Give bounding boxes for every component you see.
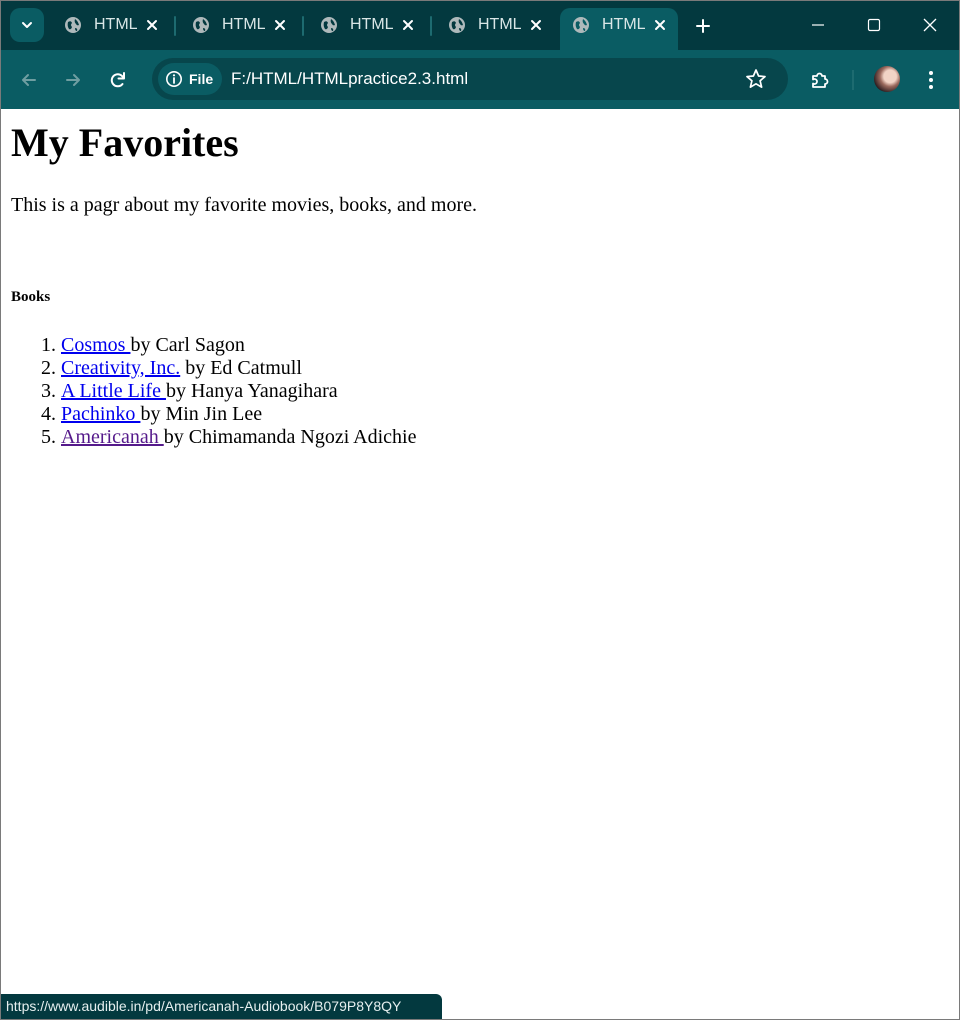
- forward-arrow-icon: [66, 74, 80, 86]
- tab-title: HTML: [350, 16, 394, 33]
- list-item: Pachinko by Min Jin Lee: [61, 403, 700, 426]
- page-title: My Favorites: [11, 120, 239, 165]
- tab-title: HTML: [602, 16, 646, 33]
- books-list: Cosmos by Carl Sagon Creativity, Inc. by…: [0, 334, 700, 449]
- close-icon[interactable]: [272, 17, 288, 33]
- back-button[interactable]: [12, 63, 46, 97]
- new-tab-button[interactable]: [688, 11, 718, 41]
- link-status-bubble: https://www.audible.in/pd/Americanah-Aud…: [0, 994, 442, 1020]
- page-content: My Favorites This is a pagr about my fav…: [0, 109, 960, 1020]
- book-link-pachinko[interactable]: Pachinko: [61, 403, 140, 425]
- site-info-label: File: [189, 71, 214, 87]
- bookmark-star-icon[interactable]: [744, 67, 768, 91]
- book-author: by Min Jin Lee: [140, 403, 263, 425]
- tab-strip: HTML HTML HTML HTML HTML: [0, 0, 960, 50]
- forward-button[interactable]: [56, 63, 90, 97]
- plus-icon: [696, 19, 710, 33]
- globe-icon: [321, 17, 337, 33]
- url-text[interactable]: F:/HTML/HTMLpractice2.3.html: [231, 69, 468, 89]
- menu-button[interactable]: [914, 63, 948, 97]
- extensions-button[interactable]: [803, 63, 837, 97]
- address-bar[interactable]: File F:/HTML/HTMLpractice2.3.html: [152, 58, 788, 100]
- tab-4[interactable]: HTML: [436, 8, 554, 50]
- close-icon[interactable]: [652, 17, 668, 33]
- close-window-icon: [923, 18, 937, 32]
- puzzle-icon: [812, 72, 829, 88]
- toolbar-divider: [852, 70, 854, 90]
- intro-paragraph: This is a pagr about my favorite movies,…: [11, 194, 478, 216]
- book-author: by Ed Catmull: [180, 357, 302, 379]
- more-vert-icon: [929, 71, 933, 89]
- book-link-cosmos[interactable]: Cosmos: [61, 334, 130, 356]
- tab-5-active[interactable]: HTML: [560, 8, 678, 50]
- book-link-a-little-life[interactable]: A Little Life: [61, 380, 166, 402]
- back-arrow-icon: [22, 74, 36, 86]
- minimize-button[interactable]: [790, 0, 846, 50]
- close-icon[interactable]: [400, 17, 416, 33]
- minimize-icon: [812, 24, 824, 26]
- globe-icon: [573, 17, 589, 33]
- list-item: A Little Life by Hanya Yanagihara: [61, 380, 700, 403]
- tab-1[interactable]: HTML: [52, 8, 170, 50]
- profile-avatar[interactable]: [874, 66, 900, 92]
- globe-icon: [193, 17, 209, 33]
- tab-separator: [302, 16, 304, 36]
- book-link-creativity-inc[interactable]: Creativity, Inc.: [61, 357, 180, 379]
- chevron-down-icon: [22, 22, 32, 28]
- close-icon[interactable]: [528, 17, 544, 33]
- toolbar: File F:/HTML/HTMLpractice2.3.html: [0, 50, 960, 109]
- maximize-button[interactable]: [846, 0, 902, 50]
- reload-button[interactable]: [101, 63, 135, 97]
- tab-3[interactable]: HTML: [308, 8, 426, 50]
- info-icon: [166, 71, 182, 87]
- tab-title: HTML: [478, 16, 522, 33]
- list-item: Americanah by Chimamanda Ngozi Adichie: [61, 426, 700, 449]
- tab-2[interactable]: HTML: [180, 8, 298, 50]
- tab-separator: [174, 16, 176, 36]
- globe-icon: [449, 17, 465, 33]
- globe-icon: [65, 17, 81, 33]
- close-window-button[interactable]: [902, 0, 958, 50]
- tab-separator: [430, 16, 432, 36]
- site-info-chip[interactable]: File: [158, 63, 222, 95]
- list-item: Cosmos by Carl Sagon: [61, 334, 700, 357]
- list-item: Creativity, Inc. by Ed Catmull: [61, 357, 700, 380]
- maximize-icon: [867, 18, 881, 32]
- books-heading: Books: [11, 289, 51, 305]
- book-author: by Chimamanda Ngozi Adichie: [163, 426, 417, 448]
- reload-icon: [110, 72, 125, 88]
- book-author: by Hanya Yanagihara: [165, 380, 338, 402]
- tab-search-button[interactable]: [10, 8, 44, 42]
- tab-title: HTML: [94, 16, 138, 33]
- close-icon[interactable]: [144, 17, 160, 33]
- tab-title: HTML: [222, 16, 266, 33]
- book-link-americanah[interactable]: Americanah: [61, 426, 164, 448]
- book-author: by Carl Sagon: [130, 334, 245, 356]
